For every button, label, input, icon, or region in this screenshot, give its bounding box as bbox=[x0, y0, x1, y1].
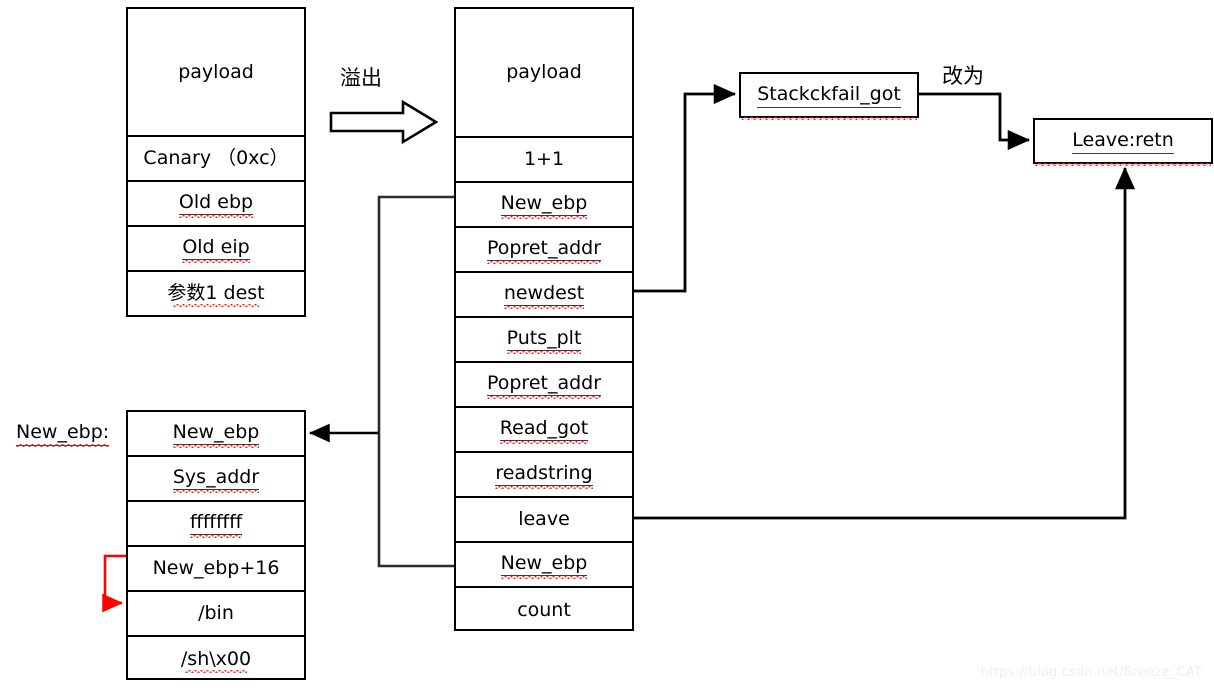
stack-row: New_ebp bbox=[456, 543, 632, 588]
stack-row: Old eip bbox=[128, 227, 304, 272]
row-label: Canary （0xc） bbox=[143, 147, 289, 169]
stack-row: leave bbox=[456, 498, 632, 543]
row-label: count bbox=[517, 599, 571, 621]
stack-row: Popret_addr bbox=[456, 363, 632, 408]
row-label: 参数1 dest bbox=[167, 282, 265, 307]
transform-label: 改为 bbox=[942, 64, 984, 88]
row-label: ffffffff bbox=[189, 510, 243, 538]
diagram-canvas: payload Canary （0xc） Old ebp Old eip 参数1… bbox=[0, 0, 1214, 688]
row-label: payload bbox=[506, 61, 582, 83]
stackckfail-got-label: Stackckfail_got bbox=[757, 83, 901, 108]
row-label: payload bbox=[178, 60, 254, 83]
original-stack: payload Canary （0xc） Old ebp Old eip 参数1… bbox=[126, 7, 306, 317]
row-label: New_ebp+16 bbox=[152, 557, 280, 579]
row-label: New_ebp bbox=[500, 551, 588, 579]
row-label: leave bbox=[518, 508, 570, 530]
row-label: readstring bbox=[495, 461, 594, 489]
row-label: New_ebp bbox=[500, 191, 588, 219]
row-label: 1+1 bbox=[523, 148, 565, 170]
stack-row: readstring bbox=[456, 453, 632, 498]
row-label: /bin bbox=[198, 602, 234, 624]
stack-row: Old ebp bbox=[128, 182, 304, 227]
row-label: Sys_addr bbox=[172, 465, 260, 493]
stack-row: payload bbox=[128, 9, 304, 137]
overflow-label: 溢出 bbox=[340, 66, 382, 90]
stack-row: /sh\x00 bbox=[128, 637, 304, 682]
row-label: Old ebp bbox=[178, 190, 254, 218]
newebp16-to-bin-red-wire bbox=[102, 554, 126, 613]
watermark: https://blog.csdn.net/Breeze_CAT bbox=[980, 665, 1202, 680]
stack-row: Canary （0xc） bbox=[128, 137, 304, 182]
stack-row: ffffffff bbox=[128, 502, 304, 547]
row-label: Popret_addr bbox=[486, 236, 602, 264]
row-label: Puts_plt bbox=[506, 326, 582, 354]
stack-row: 参数1 dest bbox=[128, 272, 304, 315]
fake-frame-side-label-text: New_ebp: bbox=[16, 421, 110, 446]
stack-row: New_ebp bbox=[128, 412, 304, 457]
newdest-to-got-wire bbox=[633, 83, 737, 293]
stack-row: /bin bbox=[128, 592, 304, 637]
got-to-gadget-wire bbox=[918, 92, 1031, 151]
stack-row: Popret_addr bbox=[456, 228, 632, 273]
row-label: newdest bbox=[503, 281, 585, 309]
leave-retn-label: Leave:retn bbox=[1072, 129, 1174, 154]
fake-stack-frame: New_ebp Sys_addr ffffffff New_ebp+16 /bi… bbox=[126, 410, 306, 680]
row-label: New_ebp bbox=[172, 420, 260, 448]
row-label: Old eip bbox=[182, 235, 251, 263]
row-label: Read_got bbox=[499, 416, 589, 444]
stack-row: newdest bbox=[456, 273, 632, 318]
row-label: Popret_addr bbox=[486, 371, 602, 399]
row-label: /sh\x00 bbox=[180, 648, 252, 673]
leave-to-gadget-wire bbox=[633, 166, 1136, 520]
stack-row: 1+1 bbox=[456, 138, 632, 183]
stack-row: payload bbox=[456, 9, 632, 138]
stack-row: Puts_plt bbox=[456, 318, 632, 363]
stack-row: New_ebp+16 bbox=[128, 547, 304, 592]
block-arrow-right-icon bbox=[329, 99, 439, 145]
stack-row: Sys_addr bbox=[128, 457, 304, 502]
overflow-stack: payload 1+1 New_ebp Popret_addr newdest … bbox=[454, 7, 634, 631]
stackckfail-got-box: Stackckfail_got bbox=[739, 72, 919, 118]
fake-frame-side-label: New_ebp: bbox=[16, 421, 110, 446]
stack-row: Read_got bbox=[456, 408, 632, 453]
stack-row: New_ebp bbox=[456, 183, 632, 228]
stack-row: count bbox=[456, 588, 632, 633]
newebp-bracket-wire bbox=[377, 195, 454, 568]
leave-retn-box: Leave:retn bbox=[1033, 118, 1213, 164]
